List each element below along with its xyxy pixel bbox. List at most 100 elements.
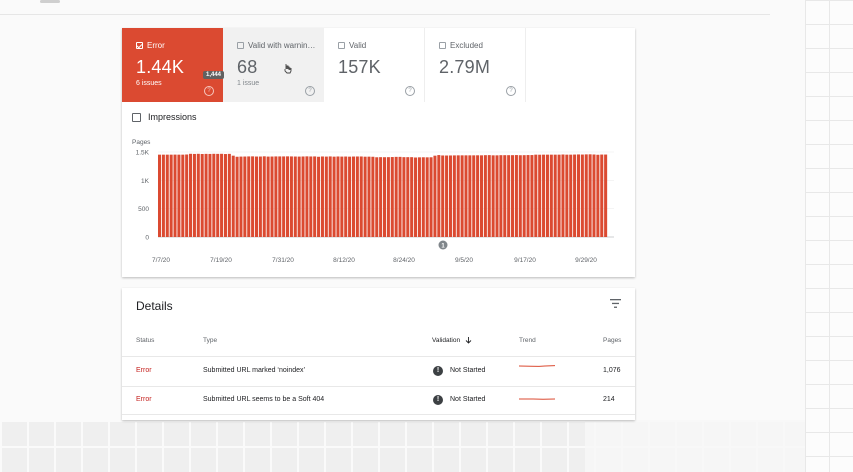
details-title: Details xyxy=(136,299,173,313)
chart-bar xyxy=(596,154,600,237)
chart-bar xyxy=(414,157,418,237)
y-tick-label: 500 xyxy=(138,206,149,213)
x-tick-label: 8/24/20 xyxy=(393,257,415,264)
chart-bar xyxy=(309,156,313,237)
chart-bar xyxy=(452,155,456,237)
chart-bar xyxy=(417,157,421,237)
chart-bar xyxy=(371,156,375,237)
row-pages: 1,076 xyxy=(603,367,621,374)
chart-bar xyxy=(406,157,410,237)
chart-bar xyxy=(507,155,511,237)
chart-bar xyxy=(363,156,367,237)
chart-bar xyxy=(386,157,390,237)
chart-bar xyxy=(472,155,476,237)
row-type: Submitted URL marked ‘noindex’ xyxy=(203,367,306,374)
chart-bar xyxy=(553,154,557,237)
chart-bar xyxy=(445,155,449,237)
chart-bar xyxy=(460,155,464,237)
chart-bar xyxy=(549,154,553,237)
chart-bar xyxy=(588,154,592,237)
chart-bar xyxy=(231,155,235,237)
chart-bar xyxy=(495,155,499,237)
x-tick-label: 7/31/20 xyxy=(272,257,294,264)
chart-bar xyxy=(181,154,185,237)
alert-icon: ! xyxy=(433,366,443,376)
column-header-status[interactable]: Status xyxy=(136,337,154,344)
x-tick-label: 7/7/20 xyxy=(152,257,170,264)
chart-bar xyxy=(479,155,484,237)
chart-bar xyxy=(313,156,317,237)
chart-bar xyxy=(320,156,324,237)
chart-bar xyxy=(437,155,441,237)
y-tick-label: 1K xyxy=(141,178,150,185)
chart-bar xyxy=(398,156,402,237)
chart-bar xyxy=(185,154,189,237)
chart-bar xyxy=(165,154,169,237)
chart-bar xyxy=(173,154,177,237)
details-card xyxy=(122,288,635,420)
chart-bar xyxy=(429,157,433,237)
chart-bar xyxy=(383,157,387,237)
chart-bar xyxy=(355,156,359,237)
column-header-type[interactable]: Type xyxy=(203,337,217,344)
chart-bar xyxy=(464,155,468,237)
table-row-divider xyxy=(122,386,635,387)
chart-bar xyxy=(379,157,383,237)
row-type: Submitted URL seems to be a Soft 404 xyxy=(203,396,325,403)
chart-bar xyxy=(262,156,266,237)
trend-sparkline xyxy=(519,398,555,400)
chart-bar xyxy=(266,156,270,237)
y-tick-label: 1.5K xyxy=(136,150,150,157)
chart-bar xyxy=(348,156,352,237)
x-tick-label: 7/19/20 xyxy=(210,257,232,264)
chart-bar xyxy=(282,156,286,237)
chart-bar xyxy=(576,154,580,237)
chart-bar xyxy=(270,156,274,237)
chart-bar xyxy=(565,154,569,237)
chart-bar xyxy=(410,157,414,237)
chart-bar xyxy=(518,155,522,237)
row-pages: 214 xyxy=(603,396,615,403)
chart-bar xyxy=(332,156,336,237)
chart-bar xyxy=(208,153,212,237)
chart-bar xyxy=(491,155,495,237)
chart-bar xyxy=(503,155,507,237)
chart-bar xyxy=(580,154,584,237)
chart-bar xyxy=(200,153,204,237)
column-header-trend[interactable]: Trend xyxy=(519,337,536,344)
chart-bar xyxy=(289,156,293,237)
chart-bar xyxy=(530,155,534,237)
chart-bar xyxy=(483,155,487,237)
chart-bar xyxy=(534,154,538,237)
chart-bar xyxy=(557,154,561,237)
chart-bar xyxy=(158,154,162,237)
chart-bar xyxy=(161,154,165,237)
chart-bar xyxy=(196,153,200,237)
filter-icon[interactable] xyxy=(610,299,621,308)
chart-bar xyxy=(538,154,542,237)
chart-bar xyxy=(258,156,262,237)
chart-bar xyxy=(584,154,588,237)
chart-bar xyxy=(367,156,371,237)
chart-bar xyxy=(328,156,332,237)
column-header-validation[interactable]: Validation xyxy=(432,337,472,344)
chart-bar xyxy=(433,155,437,237)
trend-sparkline xyxy=(519,365,555,367)
chart-bar xyxy=(526,155,530,237)
row-validation: Not Started xyxy=(450,396,486,403)
y-tick-label: 0 xyxy=(145,235,149,242)
chart-bar xyxy=(441,155,445,237)
chart-bar xyxy=(212,153,216,237)
chart-bar xyxy=(545,154,549,237)
chart-bar xyxy=(243,156,247,237)
x-tick-label: 9/5/20 xyxy=(455,257,473,264)
chart-bar xyxy=(394,156,398,237)
chart-bar xyxy=(604,154,608,237)
row-status: Error xyxy=(136,396,152,403)
row-status: Error xyxy=(136,367,152,374)
column-header-pages[interactable]: Pages xyxy=(603,337,621,344)
chart-bar xyxy=(317,156,321,237)
chart-bar xyxy=(359,156,363,237)
sort-arrow-down-icon[interactable] xyxy=(465,337,472,344)
chart-bar xyxy=(239,156,243,237)
